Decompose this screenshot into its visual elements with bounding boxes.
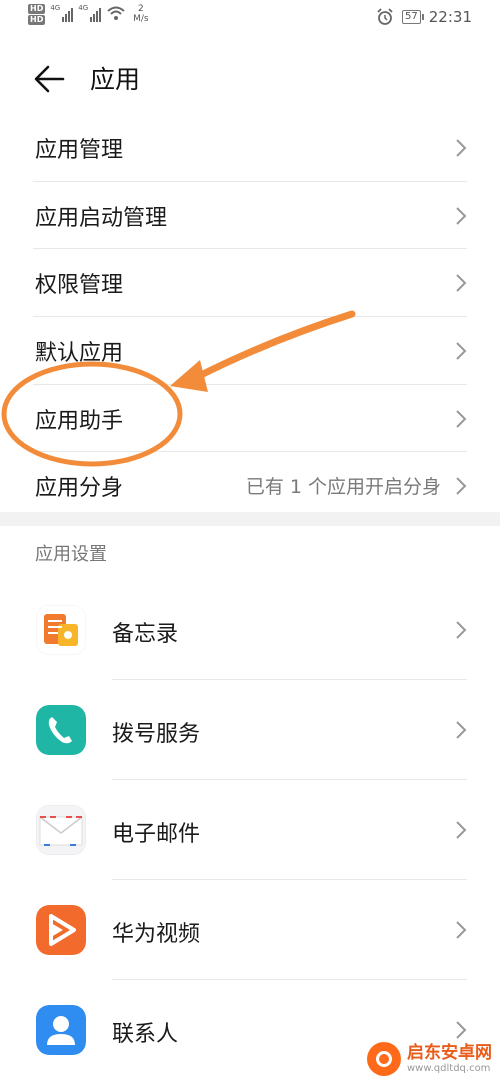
- chevron-right-icon: [456, 206, 467, 225]
- menu-item-permissions[interactable]: 权限管理: [33, 249, 467, 318]
- signal-icon-2: 4G: [78, 4, 102, 22]
- menu-item-app-launch[interactable]: 应用启动管理: [33, 182, 467, 250]
- speed-value: 2: [138, 4, 144, 14]
- battery-icon: 57: [402, 10, 424, 24]
- status-left: HD HD 4G 4G 2 M/s: [28, 4, 149, 25]
- app-item-label: 电子邮件: [112, 822, 201, 847]
- wifi-icon: [107, 6, 125, 20]
- status-right: 57 22:31: [376, 8, 472, 26]
- back-arrow-icon[interactable]: [30, 58, 70, 98]
- section-title: 应用设置: [35, 544, 107, 565]
- app-item-email[interactable]: 电子邮件: [0, 780, 500, 880]
- watermark-text: 启东安卓网 www.qdltdq.com: [407, 1042, 492, 1075]
- app-item-huawei-video[interactable]: 华为视频: [0, 880, 500, 980]
- menu-item-label: 默认应用: [35, 341, 124, 367]
- menu-item-label: 应用分身: [35, 476, 124, 502]
- network-type-2: 4G: [78, 4, 89, 12]
- app-item-dialer[interactable]: 拨号服务: [0, 680, 500, 780]
- signal-icon-1: 4G: [50, 4, 74, 22]
- hd-badge-2: HD: [28, 15, 46, 25]
- contacts-app-icon: [36, 1005, 86, 1055]
- watermark-brand: 启东安卓网: [407, 1042, 492, 1063]
- chevron-right-icon: [456, 410, 467, 428]
- app-item-label: 备忘录: [112, 622, 179, 647]
- chevron-right-icon: [456, 921, 467, 939]
- chevron-right-icon: [456, 274, 467, 293]
- menu-item-app-assistant[interactable]: 应用助手: [33, 385, 467, 453]
- watermark: 启东安卓网 www.qdltdq.com: [367, 1042, 492, 1076]
- speed-unit: M/s: [133, 14, 149, 24]
- chevron-right-icon: [456, 821, 467, 839]
- app-item-memo[interactable]: 备忘录: [0, 580, 500, 680]
- phone-app-icon: [36, 705, 86, 755]
- app-item-label: 华为视频: [112, 922, 201, 947]
- watermark-logo-icon: [367, 1042, 401, 1076]
- app-settings-list: 备忘录 拨号服务 电子邮件 华为视频 联系人: [0, 580, 500, 1080]
- menu-item-label: 应用启动管理: [35, 205, 168, 231]
- chevron-right-icon: [456, 721, 467, 739]
- menu-item-default-apps[interactable]: 默认应用: [33, 317, 467, 385]
- watermark-url: www.qdltdq.com: [407, 1062, 491, 1074]
- menu-item-app-management[interactable]: 应用管理: [33, 114, 467, 182]
- chevron-right-icon: [456, 342, 467, 360]
- app-menu-list: 应用管理 应用启动管理 权限管理 默认应用 应用助手 应用分身 已有 1 个应用…: [0, 114, 500, 519]
- chevron-right-icon: [456, 139, 467, 157]
- menu-item-label: 应用助手: [35, 408, 124, 434]
- status-time: 22:31: [428, 8, 472, 26]
- hd-indicators: HD HD: [28, 4, 46, 25]
- network-type-1: 4G: [50, 4, 61, 12]
- menu-item-label: 权限管理: [35, 273, 124, 299]
- app-item-label: 拨号服务: [112, 722, 201, 747]
- hd-badge-1: HD: [28, 4, 46, 14]
- menu-item-value: 已有 1 个应用开启分身: [245, 476, 441, 499]
- status-bar: HD HD 4G 4G 2 M/s 57 22:31: [0, 0, 500, 36]
- header: 应用: [0, 52, 500, 102]
- app-item-label: 联系人: [112, 1022, 179, 1047]
- menu-item-label: 应用管理: [35, 138, 124, 163]
- chevron-right-icon: [456, 1021, 467, 1039]
- memo-app-icon: [36, 605, 86, 655]
- mail-app-icon: [36, 805, 86, 855]
- page-title: 应用: [90, 65, 141, 94]
- menu-item-app-twin[interactable]: 应用分身 已有 1 个应用开启分身: [33, 452, 467, 519]
- chevron-right-icon: [456, 477, 467, 496]
- video-app-icon: [36, 905, 86, 955]
- chevron-right-icon: [456, 621, 467, 639]
- section-divider: [0, 512, 500, 526]
- network-speed: 2 M/s: [133, 4, 149, 24]
- alarm-icon: [377, 8, 393, 25]
